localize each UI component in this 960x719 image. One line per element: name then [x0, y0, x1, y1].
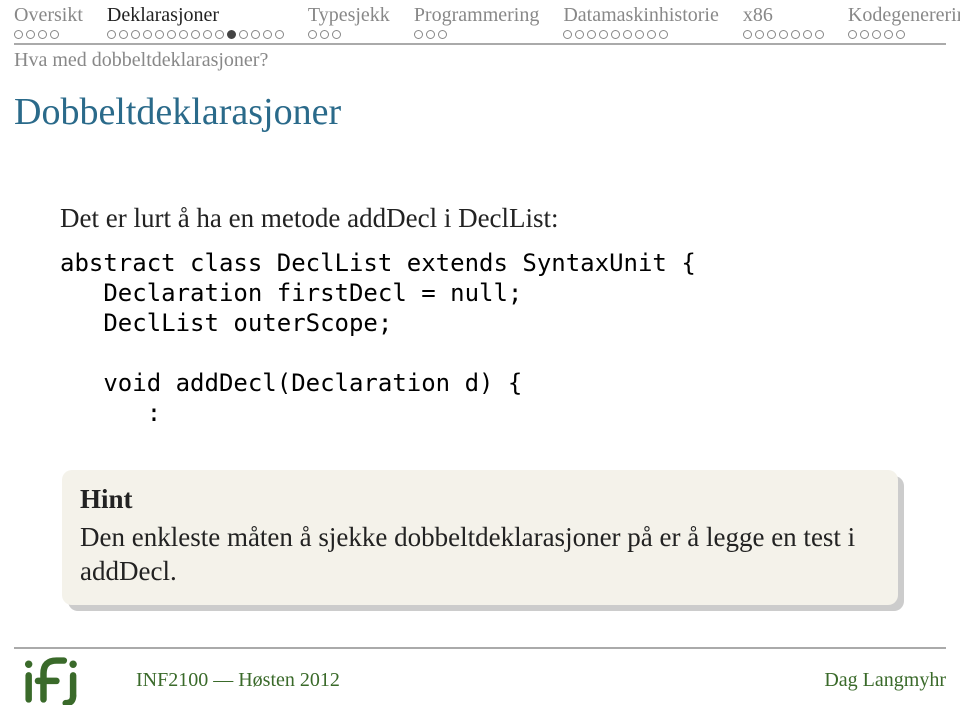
- nav-item[interactable]: Deklarasjoner: [107, 4, 284, 39]
- progress-dot: [587, 30, 596, 39]
- nav-progress-dots: [107, 30, 284, 39]
- progress-dot: [635, 30, 644, 39]
- progress-dot: [215, 30, 224, 39]
- nav-item[interactable]: Programmering: [414, 4, 540, 39]
- progress-dot: [179, 30, 188, 39]
- nav-progress-dots: [14, 30, 83, 39]
- slide: Oversikt Deklarasjoner Typesjekk Programmer…: [0, 0, 960, 719]
- progress-dot: [896, 30, 905, 39]
- subsection-title: Hva med dobbeltdeklarasjoner?: [0, 45, 960, 72]
- ifi-logo-icon: [14, 655, 110, 705]
- progress-dot: [227, 30, 236, 39]
- progress-dot: [26, 30, 35, 39]
- progress-dot: [155, 30, 164, 39]
- progress-dot: [167, 30, 176, 39]
- progress-dot: [563, 30, 572, 39]
- progress-dot: [815, 30, 824, 39]
- progress-dot: [611, 30, 620, 39]
- progress-dot: [332, 30, 341, 39]
- progress-dot: [203, 30, 212, 39]
- nav-item[interactable]: Kodegenerering: [848, 4, 960, 39]
- progress-dot: [767, 30, 776, 39]
- nav-label: x86: [743, 4, 824, 27]
- lead-text: Det er lurt å ha en metode addDecl i Dec…: [60, 202, 900, 234]
- code-block: abstract class DeclList extends SyntaxUn…: [60, 248, 900, 428]
- nav-label: Datamaskinhistorie: [563, 4, 719, 27]
- nav-progress-dots: [414, 30, 540, 39]
- hint-title: Hint: [80, 484, 880, 515]
- hint-text: Den enkleste måten å sjekke dobbeltdekla…: [80, 521, 880, 589]
- slide-body: Det er lurt å ha en metode addDecl i Dec…: [0, 134, 960, 719]
- progress-dot: [320, 30, 329, 39]
- progress-dot: [803, 30, 812, 39]
- progress-dot: [743, 30, 752, 39]
- progress-dot: [308, 30, 317, 39]
- progress-dot: [791, 30, 800, 39]
- nav-label: Typesjekk: [308, 4, 390, 27]
- progress-dot: [191, 30, 200, 39]
- progress-dot: [239, 30, 248, 39]
- hint-block: Hint Den enkleste måten å sjekke dobbelt…: [62, 470, 898, 605]
- progress-dot: [14, 30, 23, 39]
- nav-progress-dots: [743, 30, 824, 39]
- progress-dot: [414, 30, 423, 39]
- progress-dot: [119, 30, 128, 39]
- progress-dot: [131, 30, 140, 39]
- nav-progress-dots: [308, 30, 390, 39]
- footer-rule: [14, 647, 946, 649]
- progress-dot: [755, 30, 764, 39]
- progress-dot: [251, 30, 260, 39]
- nav-label: Kodegenerering: [848, 4, 960, 27]
- section-nav: Oversikt Deklarasjoner Typesjekk Programmer…: [0, 0, 960, 39]
- author-name: Dag Langmyhr: [824, 669, 946, 692]
- progress-dot: [575, 30, 584, 39]
- progress-dot: [860, 30, 869, 39]
- progress-dot: [848, 30, 857, 39]
- nav-progress-dots: [563, 30, 719, 39]
- progress-dot: [872, 30, 881, 39]
- progress-dot: [426, 30, 435, 39]
- progress-dot: [623, 30, 632, 39]
- nav-label: Deklarasjoner: [107, 4, 284, 27]
- progress-dot: [659, 30, 668, 39]
- hint-box: Hint Den enkleste måten å sjekke dobbelt…: [62, 470, 898, 605]
- progress-dot: [38, 30, 47, 39]
- course-info: INF2100 — Høsten 2012: [136, 669, 340, 692]
- progress-dot: [599, 30, 608, 39]
- progress-dot: [438, 30, 447, 39]
- progress-dot: [884, 30, 893, 39]
- nav-item[interactable]: Datamaskinhistorie: [563, 4, 719, 39]
- progress-dot: [107, 30, 116, 39]
- slide-title: Dobbeltdeklarasjoner: [0, 72, 960, 134]
- progress-dot: [263, 30, 272, 39]
- footer: INF2100 — Høsten 2012 Dag Langmyhr: [0, 647, 960, 719]
- progress-dot: [779, 30, 788, 39]
- progress-dot: [143, 30, 152, 39]
- nav-item[interactable]: Typesjekk: [308, 4, 390, 39]
- nav-item[interactable]: x86: [743, 4, 824, 39]
- nav-label: Oversikt: [14, 4, 83, 27]
- nav-item[interactable]: Oversikt: [14, 4, 83, 39]
- nav-label: Programmering: [414, 4, 540, 27]
- progress-dot: [647, 30, 656, 39]
- progress-dot: [50, 30, 59, 39]
- nav-progress-dots: [848, 30, 960, 39]
- progress-dot: [275, 30, 284, 39]
